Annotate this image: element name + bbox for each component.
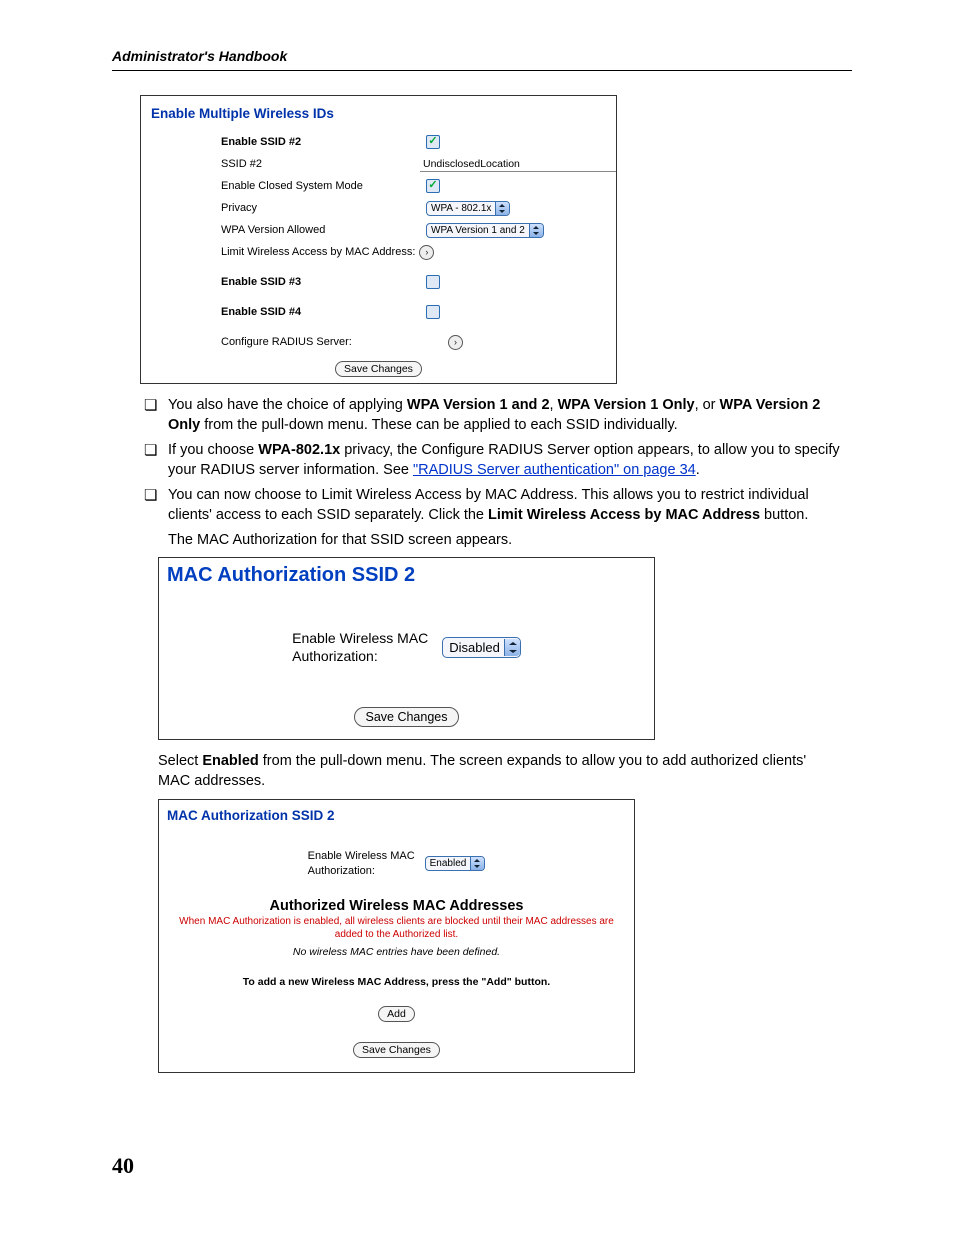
checkbox-enable-ssid2[interactable]	[426, 135, 440, 149]
chevron-right-icon[interactable]: ›	[419, 245, 434, 260]
label-ssid2: SSID #2	[221, 158, 420, 170]
no-entries-text: No wireless MAC entries have been define…	[159, 941, 634, 958]
checkbox-closed-system-mode[interactable]	[426, 179, 440, 193]
panel2-title: MAC Authorization SSID 2	[159, 558, 654, 587]
panel1-title: Enable Multiple Wireless IDs	[141, 106, 616, 131]
select-privacy[interactable]: WPA - 802.1x	[426, 201, 510, 216]
select-mac-auth[interactable]: Disabled	[442, 637, 521, 658]
updown-icon	[470, 857, 484, 870]
updown-icon	[529, 224, 543, 237]
updown-icon	[504, 639, 520, 656]
label-enable-wireless-mac-auth: Enable Wireless MACAuthorization:	[292, 629, 428, 665]
select-privacy-value: WPA - 802.1x	[431, 203, 491, 214]
label-configure-radius: Configure RADIUS Server:	[221, 336, 426, 348]
select-mac-auth-enabled-value: Enabled	[430, 858, 467, 869]
save-changes-button[interactable]: Save Changes	[353, 1042, 440, 1058]
page-number: 40	[112, 1153, 134, 1179]
save-changes-button[interactable]: Save Changes	[354, 707, 458, 727]
label-enable-wireless-mac-auth: Enable Wireless MACAuthorization:	[308, 849, 415, 878]
header-rule	[112, 70, 852, 71]
chevron-right-icon[interactable]: ›	[448, 335, 463, 350]
label-wpa-version-allowed: WPA Version Allowed	[221, 224, 426, 236]
link-radius-auth[interactable]: "RADIUS Server authentication" on page 3…	[413, 462, 696, 478]
select-mac-auth-value: Disabled	[449, 640, 500, 655]
label-privacy: Privacy	[221, 202, 426, 214]
checkbox-enable-ssid4[interactable]	[426, 305, 440, 319]
add-button[interactable]: Add	[378, 1006, 415, 1022]
running-head: Administrator's Handbook	[112, 48, 852, 64]
label-enable-ssid3: Enable SSID #3	[221, 276, 426, 288]
paragraph: The MAC Authorization for that SSID scre…	[168, 531, 842, 551]
updown-icon	[495, 202, 509, 215]
label-enable-ssid4: Enable SSID #4	[221, 306, 426, 318]
panel-enable-multiple-wireless-ids: Enable Multiple Wireless IDs Enable SSID…	[140, 95, 617, 384]
checkbox-enable-ssid3[interactable]	[426, 275, 440, 289]
input-ssid2[interactable]: UndisclosedLocation	[420, 157, 616, 172]
heading-authorized-mac: Authorized Wireless MAC Addresses	[159, 896, 634, 914]
select-wpa-version-value: WPA Version 1 and 2	[431, 225, 525, 236]
add-instruction-text: To add a new Wireless MAC Address, press…	[159, 958, 634, 1000]
save-changes-button[interactable]: Save Changes	[335, 361, 422, 377]
panel-mac-authorization-ssid2-enabled: MAC Authorization SSID 2 Enable Wireless…	[158, 799, 635, 1073]
list-item: You also have the choice of applying WPA…	[140, 396, 842, 435]
list-item: If you choose WPA-802.1x privacy, the Co…	[140, 441, 842, 480]
panel3-title: MAC Authorization SSID 2	[159, 800, 634, 823]
label-enable-ssid2: Enable SSID #2	[221, 136, 426, 148]
label-limit-mac: Limit Wireless Access by MAC Address:	[221, 246, 415, 258]
label-closed-system-mode: Enable Closed System Mode	[221, 180, 426, 192]
select-wpa-version[interactable]: WPA Version 1 and 2	[426, 223, 544, 238]
panel-mac-authorization-ssid2: MAC Authorization SSID 2 Enable Wireless…	[158, 557, 655, 740]
warning-text: When MAC Authorization is enabled, all w…	[159, 914, 634, 941]
select-mac-auth-enabled[interactable]: Enabled	[425, 856, 486, 871]
list-item: You can now choose to Limit Wireless Acc…	[140, 486, 842, 525]
